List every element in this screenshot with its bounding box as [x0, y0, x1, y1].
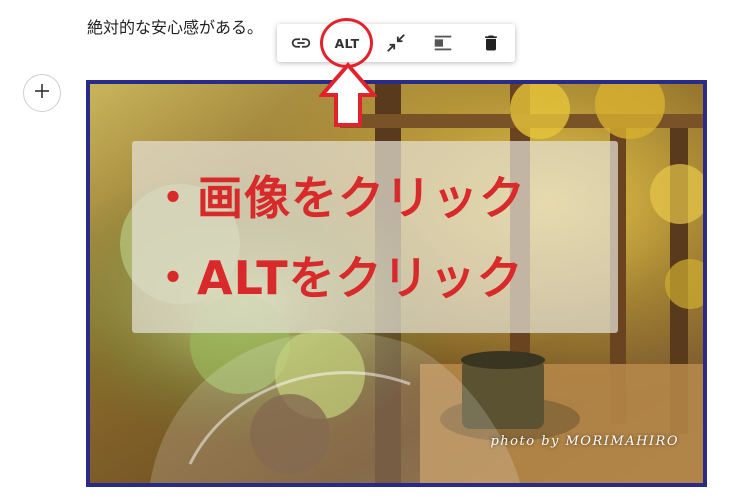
- photo-credit: photo by MORIMAHIRO: [490, 434, 679, 449]
- editor-page: 絶対的な安心感がある。 ALT ・画像をクリック ・ALTをクリック photo…: [0, 0, 741, 498]
- align-left-icon: [432, 32, 454, 54]
- alt-label: ALT: [334, 35, 360, 51]
- add-block-button[interactable]: [23, 74, 61, 112]
- image-toolbar: ALT: [277, 24, 515, 62]
- align-button[interactable]: [427, 29, 459, 57]
- plus-icon: [34, 83, 50, 103]
- delete-button[interactable]: [475, 29, 507, 57]
- alt-text-button[interactable]: ALT: [331, 29, 363, 57]
- trash-icon: [481, 32, 501, 54]
- link-icon: [290, 32, 312, 54]
- overlay-text-line-2: ・ALTをクリック: [150, 251, 524, 305]
- link-button[interactable]: [285, 29, 317, 57]
- collapse-arrows-icon: [385, 32, 407, 54]
- pointer-arrow-icon: [317, 61, 379, 132]
- image-block[interactable]: ・画像をクリック ・ALTをクリック photo by MORIMAHIRO: [86, 80, 707, 487]
- overlay-text-line-1: ・画像をクリック: [150, 171, 526, 225]
- paragraph-text[interactable]: 絶対的な安心感がある。: [87, 14, 263, 38]
- resize-button[interactable]: [380, 29, 412, 57]
